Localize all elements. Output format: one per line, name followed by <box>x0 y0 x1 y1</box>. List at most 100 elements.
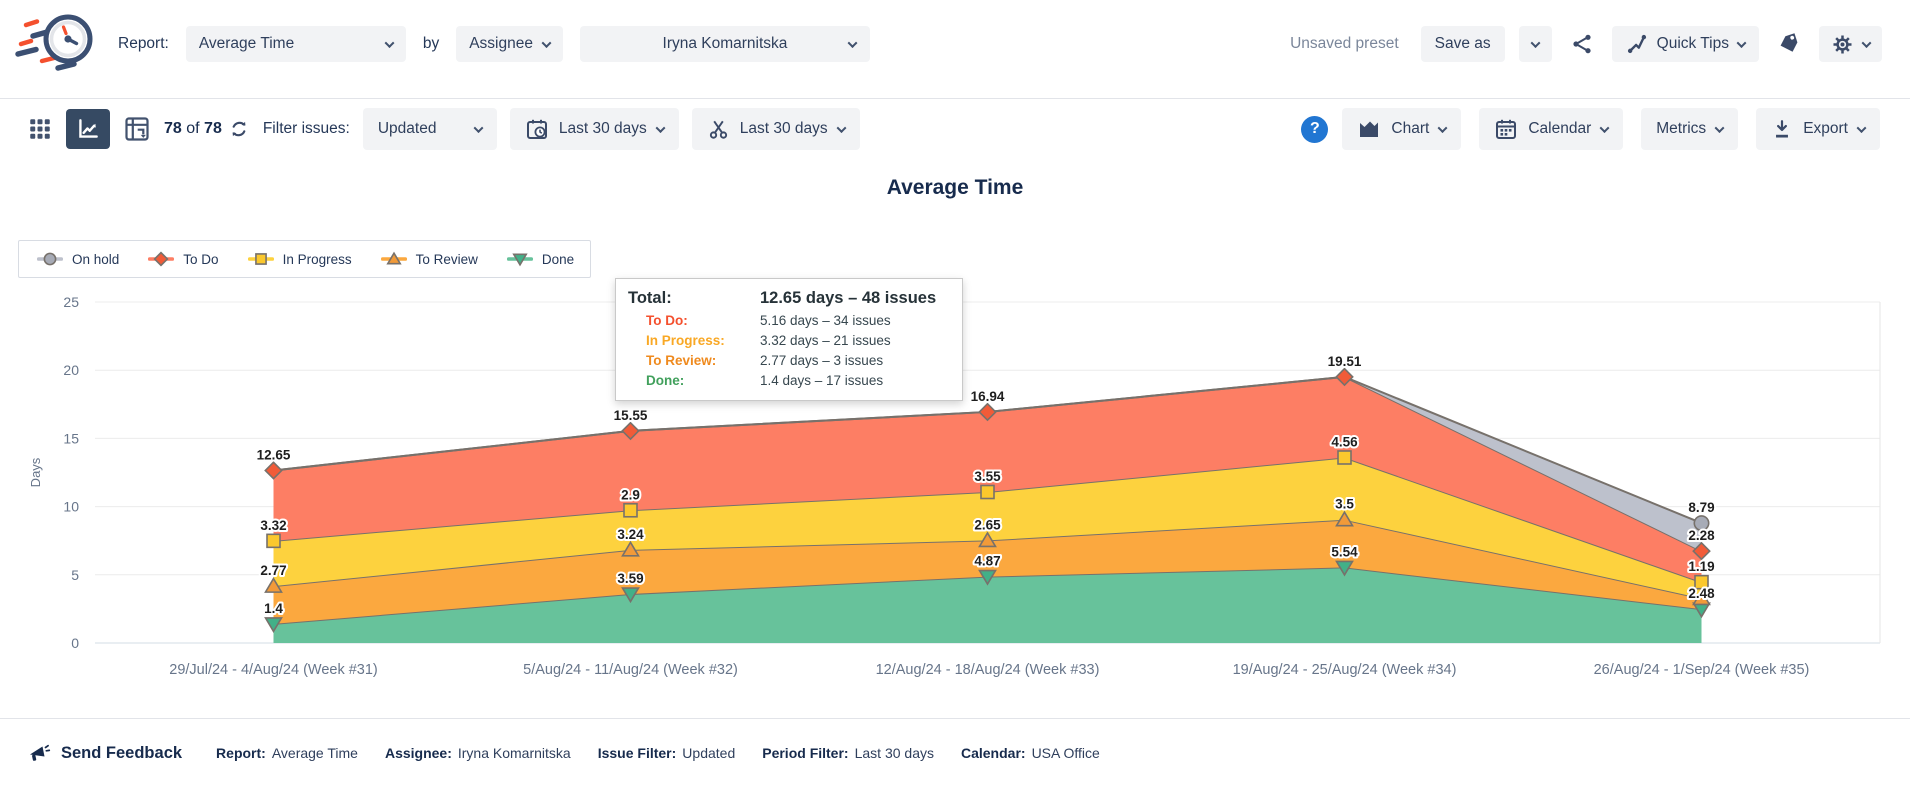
chevron-down-icon <box>655 123 665 133</box>
data-label: 2.65 <box>974 517 1001 532</box>
issue-filter-value: Updated <box>378 120 437 138</box>
calendar-menu-button[interactable]: Calendar <box>1479 108 1623 150</box>
export-menu-button[interactable]: Export <box>1756 108 1880 150</box>
data-label: 2.48 <box>1688 586 1715 601</box>
footer-filter-label: Period Filter: <box>762 745 848 761</box>
data-label: 4.87 <box>974 554 1000 569</box>
data-label: 2.9 <box>621 487 640 502</box>
data-label: 5.54 <box>1331 544 1358 559</box>
data-label: 3.5 <box>1335 497 1354 512</box>
tooltip-row-value: 1.4 days – 17 issues <box>760 373 948 388</box>
chevron-down-icon <box>836 123 846 133</box>
footer-filter-label: Calendar: <box>961 745 1026 761</box>
data-label: 3.24 <box>617 527 644 542</box>
x-axis-label: 5/Aug/24 - 11/Aug/24 (Week #32) <box>523 662 738 678</box>
y-tick-label: 20 <box>63 362 79 378</box>
tooltip-row-value: 3.32 days – 21 issues <box>760 333 948 348</box>
footer-filter-pair: Report: Average Time <box>216 745 358 761</box>
footer-filter-pair: Issue Filter:Updated <box>598 745 736 761</box>
help-glyph: ? <box>1310 120 1320 138</box>
footer-filter-label: Report: <box>216 745 266 761</box>
tooltip-row-value: 5.16 days – 34 issues <box>760 313 948 328</box>
chevron-down-icon <box>384 38 394 48</box>
data-label: 19.51 <box>1328 354 1362 369</box>
footer-filter-pair: Period Filter: Last 30 days <box>762 745 934 761</box>
send-feedback-label: Send Feedback <box>61 744 182 763</box>
tooltip-row-label: In Progress: <box>628 333 760 348</box>
data-label: 2.77 <box>260 563 286 578</box>
save-as-button[interactable]: Save as <box>1421 26 1505 62</box>
tooltip-row-value: 2.77 days – 3 issues <box>760 353 948 368</box>
footer-filter-value: Last 30 days <box>855 745 934 761</box>
footer-filters: Report:Average TimeAssignee:Iryna Komarn… <box>216 745 1100 761</box>
report-label: Report: <box>118 35 169 53</box>
tooltip-row-label: To Do: <box>628 313 760 328</box>
issue-filter-select[interactable]: Updated <box>363 108 497 150</box>
tag-button[interactable] <box>1773 26 1805 62</box>
trim-filter-select[interactable]: Last 30 days <box>692 108 860 150</box>
footer-filter-value: Updated <box>682 745 735 761</box>
chevron-down-icon <box>1715 123 1725 133</box>
footer-filter-value: Average Time <box>272 745 358 761</box>
share-icon <box>1570 32 1594 56</box>
y-tick-label: 10 <box>63 499 79 515</box>
assignee-value: Iryna Komarnitska <box>663 35 788 53</box>
quick-tips-label: Quick Tips <box>1657 35 1729 53</box>
chevron-down-icon <box>1600 123 1610 133</box>
issue-count: 78 of 78 <box>164 118 250 140</box>
download-icon <box>1771 118 1793 140</box>
grid-view-icon[interactable] <box>27 116 53 142</box>
chevron-down-icon <box>1438 123 1448 133</box>
data-label: 15.55 <box>614 408 648 423</box>
header: Report: Average Time by Assignee Iryna K… <box>0 0 1910 98</box>
footer-filter-label: Assignee: <box>385 745 452 761</box>
quick-tips-button[interactable]: Quick Tips <box>1612 26 1759 62</box>
share-button[interactable] <box>1566 26 1598 62</box>
x-axis-label: 19/Aug/24 - 25/Aug/24 (Week #34) <box>1233 662 1457 678</box>
filter-issues-label: Filter issues: <box>263 120 350 138</box>
calendar-clock-icon <box>525 117 549 141</box>
header-left: Report: Average Time by Assignee Iryna K… <box>118 26 870 62</box>
save-as-menu-button[interactable] <box>1519 26 1552 62</box>
x-axis-label: 12/Aug/24 - 18/Aug/24 (Week #33) <box>876 662 1100 678</box>
chart-menu-button[interactable]: Chart <box>1342 108 1461 150</box>
count-sep: of <box>186 120 199 137</box>
period-filter-select[interactable]: Last 30 days <box>510 108 679 150</box>
toolbar-left: 78 of 78 Filter issues: Updated <box>27 108 860 150</box>
group-by-select[interactable]: Assignee <box>456 26 563 62</box>
assignee-select[interactable]: Iryna Komarnitska <box>580 26 870 62</box>
app-logo-icon <box>14 8 100 74</box>
chevron-down-icon <box>848 38 858 48</box>
data-label: 16.94 <box>971 389 1005 404</box>
marker-in-progress <box>267 534 280 547</box>
toolbar: 78 of 78 Filter issues: Updated <box>0 99 1910 161</box>
settings-button[interactable] <box>1819 26 1882 62</box>
footer: Send Feedback Report: Average Time Assigne… <box>0 718 1910 787</box>
y-axis-title: Days <box>28 457 43 487</box>
chevron-down-icon <box>1857 123 1867 133</box>
data-label: 8.79 <box>1688 500 1714 515</box>
tooltip-grid: Total: 12.65 days – 48 issues To Do:5.16… <box>628 289 948 388</box>
by-label: by <box>423 35 439 53</box>
chart-tooltip: Total: 12.65 days – 48 issues To Do:5.16… <box>615 278 963 401</box>
data-label: 12.65 <box>257 447 291 462</box>
chart-menu-label: Chart <box>1391 120 1429 138</box>
data-label: 1.19 <box>1688 559 1714 574</box>
group-by-value: Assignee <box>469 35 533 53</box>
footer-filter-value: USA Office <box>1032 745 1100 761</box>
marker-in-progress <box>1338 451 1351 464</box>
help-button[interactable]: ? <box>1301 116 1328 143</box>
tooltip-row-label: Done: <box>628 373 760 388</box>
refresh-icon[interactable] <box>228 118 250 140</box>
chart-view-toggle[interactable] <box>66 109 110 149</box>
report-select-value: Average Time <box>199 35 294 53</box>
send-feedback-button[interactable]: Send Feedback <box>27 741 182 765</box>
data-label: 2.28 <box>1688 528 1715 543</box>
count-current: 78 <box>164 120 182 137</box>
pivot-table-icon[interactable] <box>123 115 151 143</box>
report-select[interactable]: Average Time <box>186 26 406 62</box>
chevron-down-icon <box>1862 38 1872 48</box>
calendar-icon <box>1494 117 1518 141</box>
metrics-menu-label: Metrics <box>1656 120 1706 138</box>
metrics-menu-button[interactable]: Metrics <box>1641 108 1738 150</box>
